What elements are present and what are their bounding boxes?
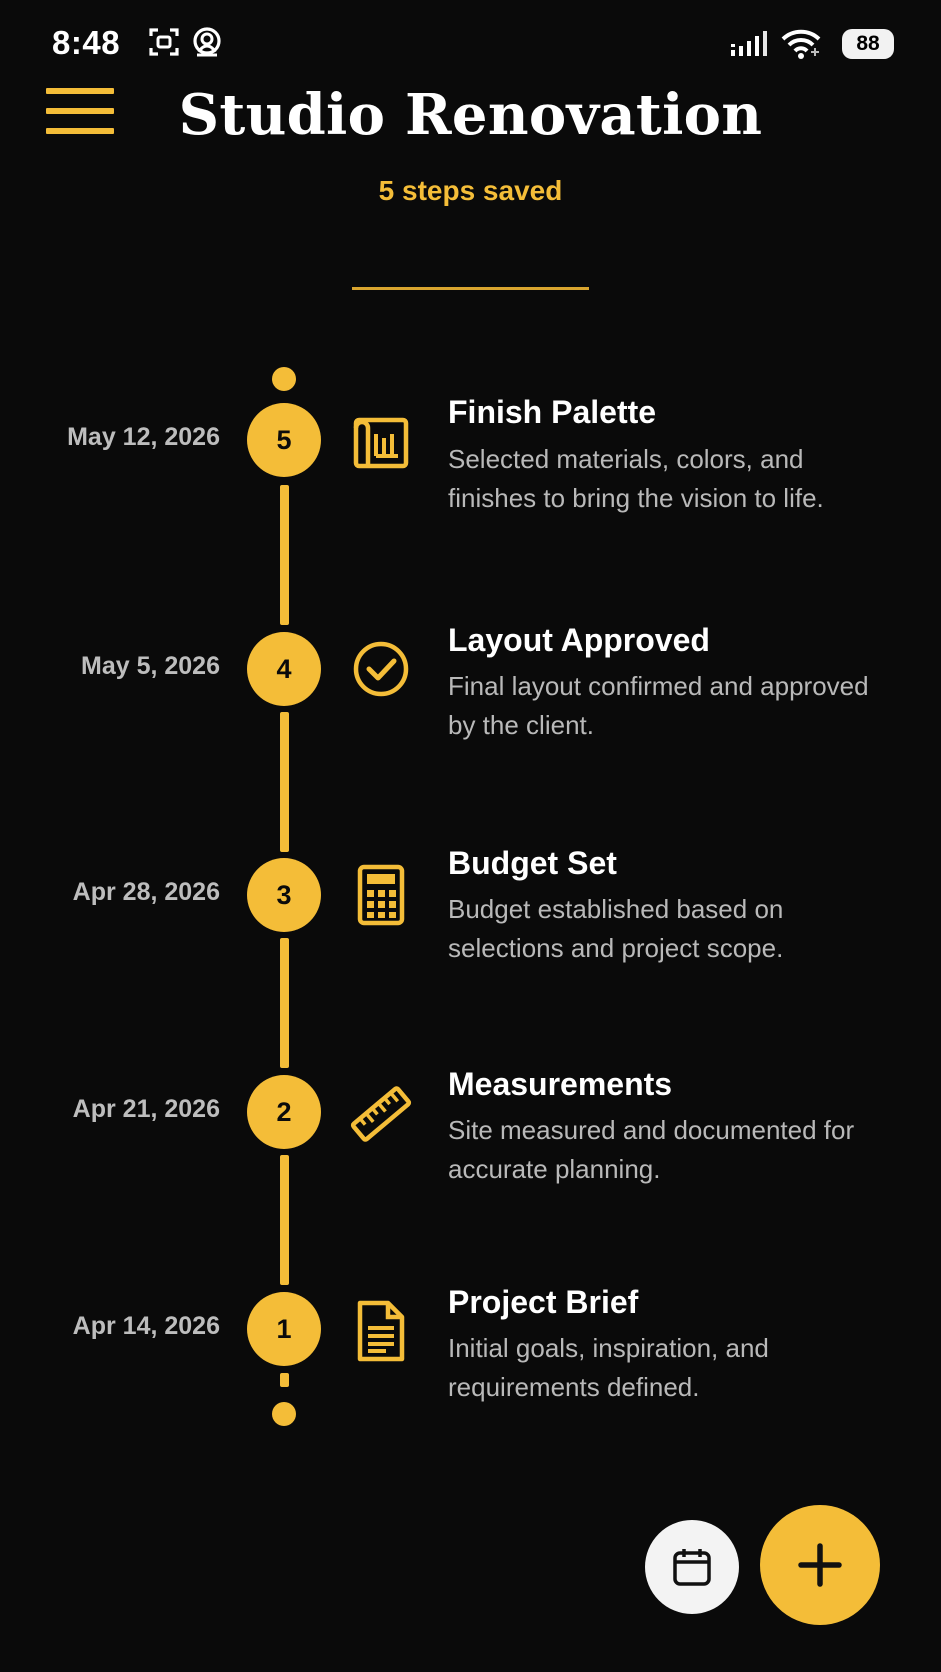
step-date: Apr 14, 2026 bbox=[72, 1312, 220, 1340]
document-icon bbox=[357, 1300, 405, 1362]
status-time: 8:48 bbox=[52, 24, 121, 61]
title-divider bbox=[352, 287, 589, 290]
timeline-line bbox=[280, 712, 289, 852]
page-title: Studio Renovation bbox=[178, 82, 763, 148]
step-number-badge: 1 bbox=[247, 1292, 321, 1366]
step-description: Selected materials, colors, and finishes… bbox=[448, 444, 824, 513]
step-description: Site measured and documented for accurat… bbox=[448, 1115, 855, 1184]
step-date: Apr 28, 2026 bbox=[72, 878, 220, 906]
check-circle-icon bbox=[353, 641, 409, 697]
step-description: Initial goals, inspiration, and requirem… bbox=[448, 1333, 769, 1402]
step-date: May 12, 2026 bbox=[67, 423, 220, 451]
battery-indicator: 88 bbox=[842, 29, 894, 59]
signal-icon bbox=[731, 31, 767, 56]
ruler-icon bbox=[350, 1086, 412, 1142]
step-number-badge: 2 bbox=[247, 1075, 321, 1149]
timeline-start-dot bbox=[272, 367, 296, 391]
step-title: Project Brief bbox=[448, 1284, 639, 1320]
screen: 8:48 88 Studio Renovation 5 steps saved … bbox=[0, 0, 941, 1672]
add-step-button[interactable] bbox=[760, 1505, 880, 1625]
step-date: Apr 21, 2026 bbox=[72, 1095, 220, 1123]
step-date: May 5, 2026 bbox=[81, 652, 220, 680]
steps-count: 5 steps saved bbox=[378, 175, 563, 206]
plus-icon bbox=[798, 1543, 842, 1587]
face-detect-icon bbox=[193, 27, 221, 57]
step-number-badge: 4 bbox=[247, 632, 321, 706]
timeline-line bbox=[280, 485, 289, 625]
step-title: Budget Set bbox=[448, 845, 617, 881]
step-title: Finish Palette bbox=[448, 394, 657, 430]
calendar-icon bbox=[673, 1549, 711, 1586]
step-description: Budget established based on selections a… bbox=[448, 894, 784, 963]
calculator-icon bbox=[357, 864, 405, 926]
step-number-badge: 5 bbox=[247, 403, 321, 477]
timeline-end-dot bbox=[272, 1402, 296, 1426]
wifi-icon bbox=[781, 29, 821, 59]
step-description: Final layout confirmed and approved by t… bbox=[448, 671, 869, 740]
calendar-button[interactable] bbox=[645, 1520, 739, 1614]
timeline-dash bbox=[280, 1373, 289, 1387]
step-title: Measurements bbox=[448, 1066, 673, 1102]
blueprint-icon bbox=[353, 417, 409, 469]
screenshot-icon bbox=[149, 28, 179, 56]
step-title: Layout Approved bbox=[448, 622, 710, 658]
status-bar: 8:48 88 bbox=[0, 0, 941, 88]
step-number-badge: 3 bbox=[247, 858, 321, 932]
timeline-line bbox=[280, 938, 289, 1068]
timeline-line bbox=[280, 1155, 289, 1285]
